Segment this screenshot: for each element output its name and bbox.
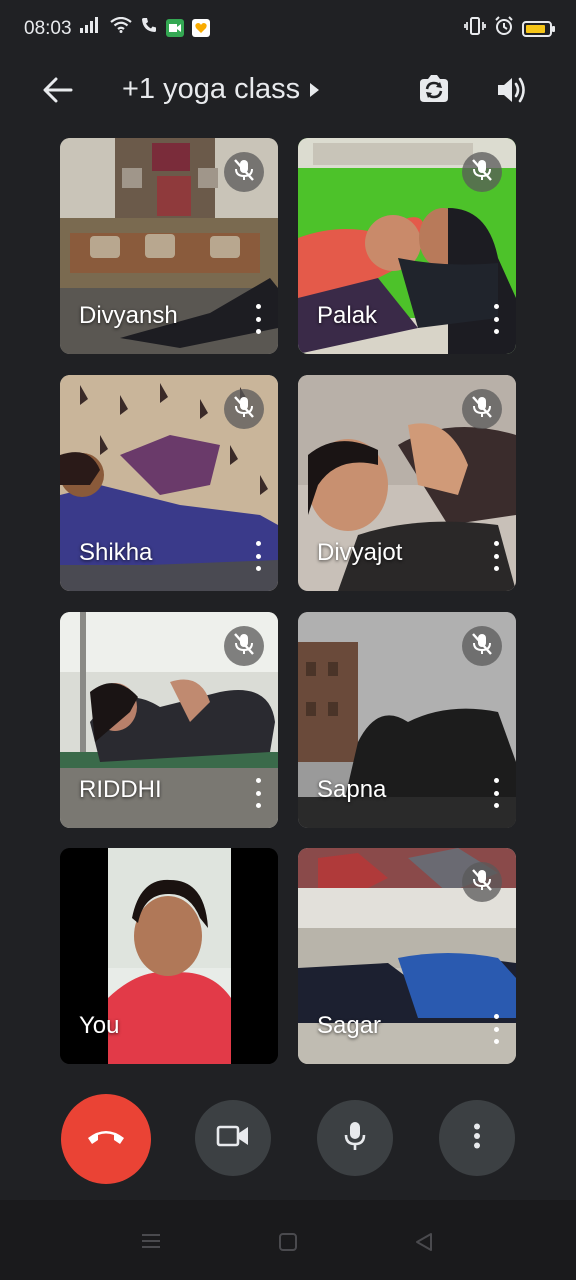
- participant-tile-riddhi[interactable]: RIDDHI: [60, 612, 278, 828]
- participant-more-button[interactable]: [252, 304, 264, 334]
- mic-off-indicator: [224, 389, 264, 429]
- mic-off-indicator: [462, 389, 502, 429]
- call-controls: [0, 1094, 576, 1184]
- participant-name: Palak: [317, 302, 378, 329]
- mic-off-indicator: [462, 626, 502, 666]
- more-options-button[interactable]: [439, 1100, 515, 1176]
- microphone-button[interactable]: [317, 1100, 393, 1176]
- participant-tile-shikha[interactable]: Shikha: [60, 375, 278, 591]
- participant-name: Divyansh: [79, 302, 178, 329]
- participant-tile-palak[interactable]: Palak: [298, 138, 516, 354]
- participant-name: You: [79, 1012, 120, 1039]
- more-options-icon: [473, 1123, 481, 1154]
- mic-off-indicator: [462, 862, 502, 902]
- participant-tile-sapna[interactable]: Sapna: [298, 612, 516, 828]
- meeting-title: +1 yoga class: [122, 73, 301, 105]
- wifi-calling-icon: [140, 16, 158, 39]
- camera-button[interactable]: [195, 1100, 271, 1176]
- home-icon[interactable]: [278, 1232, 298, 1257]
- status-bar: 08:03: [0, 0, 576, 58]
- participant-tile-divyansh[interactable]: Divyansh: [60, 138, 278, 354]
- end-call-button[interactable]: [61, 1094, 151, 1184]
- participant-more-button[interactable]: [490, 778, 502, 808]
- end-call-icon: [86, 1128, 126, 1151]
- alarm-icon: [494, 16, 514, 41]
- app-notification-icon: [192, 18, 210, 37]
- wifi-icon: [110, 16, 132, 38]
- participant-name: Sagar: [317, 1012, 382, 1039]
- call-header: +1 yoga class: [0, 58, 576, 126]
- battery-icon: [522, 20, 555, 37]
- participant-name: Shikha: [79, 539, 153, 566]
- mic-off-icon: [233, 158, 255, 187]
- camera-icon: [216, 1124, 250, 1153]
- meeting-title-button[interactable]: +1 yoga class: [122, 73, 320, 106]
- mic-off-icon: [471, 158, 493, 187]
- back-icon[interactable]: [414, 1232, 434, 1257]
- speaker-button[interactable]: [490, 70, 534, 114]
- mic-off-indicator: [224, 152, 264, 192]
- back-arrow-icon: [43, 77, 73, 108]
- participant-more-button[interactable]: [490, 304, 502, 334]
- status-icons-right: [464, 16, 555, 41]
- mic-off-icon: [471, 632, 493, 661]
- menu-icon[interactable]: [140, 1232, 162, 1255]
- participant-more-button[interactable]: [490, 1014, 502, 1044]
- meet-app-icon: [166, 18, 184, 37]
- mic-off-icon: [471, 395, 493, 424]
- switch-camera-button[interactable]: [412, 70, 456, 114]
- microphone-icon: [342, 1120, 368, 1157]
- participant-tile-divyajot[interactable]: Divyajot: [298, 375, 516, 591]
- mic-off-icon: [471, 868, 493, 897]
- status-icons-left: [80, 16, 210, 39]
- mic-off-indicator: [224, 626, 264, 666]
- switch-camera-icon: [416, 74, 452, 111]
- mic-off-icon: [233, 632, 255, 661]
- participant-name: Divyajot: [317, 539, 403, 566]
- system-navigation-bar: [0, 1200, 576, 1280]
- participant-name: Sapna: [317, 776, 387, 803]
- vibrate-icon: [464, 17, 486, 40]
- participant-more-button[interactable]: [252, 778, 264, 808]
- mic-off-icon: [233, 395, 255, 424]
- status-time: 08:03: [24, 18, 72, 39]
- participant-more-button[interactable]: [490, 541, 502, 571]
- caret-right-icon: [310, 82, 320, 97]
- participant-tile-you[interactable]: You: [60, 848, 278, 1064]
- signal-icon: [80, 17, 102, 38]
- back-button[interactable]: [36, 70, 80, 114]
- participant-name: RIDDHI: [79, 776, 162, 803]
- mic-off-indicator: [462, 152, 502, 192]
- participant-tile-sagar[interactable]: Sagar: [298, 848, 516, 1064]
- participant-more-button[interactable]: [252, 541, 264, 571]
- speaker-icon: [496, 75, 528, 110]
